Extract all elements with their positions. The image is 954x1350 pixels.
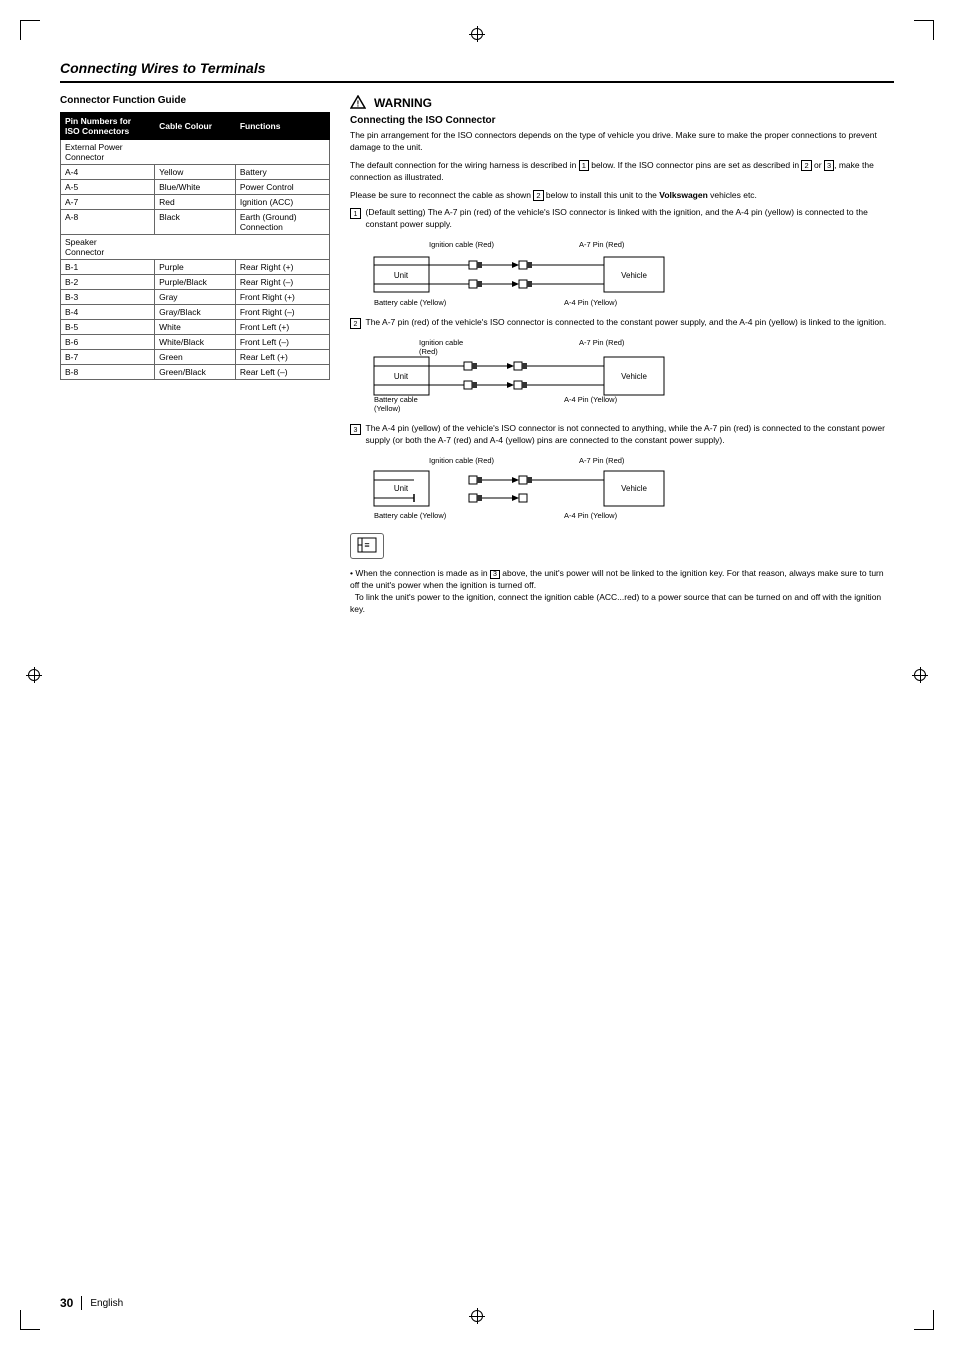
crosshair-left bbox=[26, 667, 42, 683]
svg-text:Unit: Unit bbox=[394, 484, 409, 493]
page-title: Connecting Wires to Terminals bbox=[60, 60, 894, 83]
corner-mark-tl bbox=[20, 20, 40, 40]
diagram-2: Ignition cable (Red) A-7 Pin (Red) Unit … bbox=[350, 335, 894, 415]
corner-mark-tr bbox=[914, 20, 934, 40]
svg-text:Battery cable (Yellow): Battery cable (Yellow) bbox=[374, 511, 447, 520]
page-number-area: 30 English bbox=[60, 1296, 123, 1310]
table-row: B-2Purple/BlackRear Right (–) bbox=[61, 275, 330, 290]
svg-text:A-7 Pin (Red): A-7 Pin (Red) bbox=[579, 456, 625, 465]
crosshair-top bbox=[469, 26, 485, 42]
svg-text:Battery cable: Battery cable bbox=[374, 395, 418, 404]
para-1: The pin arrangement for the ISO connecto… bbox=[350, 130, 894, 154]
corner-mark-br bbox=[914, 1310, 934, 1330]
table-row: B-7GreenRear Left (+) bbox=[61, 350, 330, 365]
connector-guide-title: Connector Function Guide bbox=[60, 95, 330, 106]
svg-text:Ignition cable: Ignition cable bbox=[419, 338, 463, 347]
svg-text:Unit: Unit bbox=[394, 372, 409, 381]
left-column: Connector Function Guide Pin Numbers for… bbox=[60, 95, 330, 616]
table-row: A-7RedIgnition (ACC) bbox=[61, 195, 330, 210]
svg-text:Vehicle: Vehicle bbox=[621, 484, 647, 493]
page: Connecting Wires to Terminals Connector … bbox=[0, 0, 954, 1350]
item-text-1: (Default setting) The A-7 pin (red) of t… bbox=[366, 207, 894, 231]
table-row: B-5WhiteFront Left (+) bbox=[61, 320, 330, 335]
svg-text:Vehicle: Vehicle bbox=[621, 372, 647, 381]
svg-text:Unit: Unit bbox=[394, 271, 409, 280]
content-area: Connector Function Guide Pin Numbers for… bbox=[60, 95, 894, 616]
svg-text:A-4 Pin (Yellow): A-4 Pin (Yellow) bbox=[564, 511, 618, 520]
svg-text:A-7 Pin (Red): A-7 Pin (Red) bbox=[579, 240, 625, 249]
svg-text:Battery cable (Yellow): Battery cable (Yellow) bbox=[374, 298, 447, 307]
crosshair-bottom bbox=[469, 1308, 485, 1324]
warning-header: ! WARNING bbox=[350, 95, 894, 111]
col-header-function: Functions bbox=[235, 113, 329, 140]
table-row: B-3GrayFront Right (+) bbox=[61, 290, 330, 305]
table-row: A-8BlackEarth (Ground)Connection bbox=[61, 210, 330, 235]
para-2: The default connection for the wiring ha… bbox=[350, 160, 894, 184]
diagram-svg-2: Ignition cable (Red) A-7 Pin (Red) Unit … bbox=[364, 335, 674, 413]
table-row: SpeakerConnector bbox=[61, 235, 330, 260]
col-header-color: Cable Colour bbox=[155, 113, 236, 140]
svg-text:Ignition cable (Red): Ignition cable (Red) bbox=[429, 456, 495, 465]
table-row: B-4Gray/BlackFront Right (–) bbox=[61, 305, 330, 320]
table-row: B-8Green/BlackRear Left (–) bbox=[61, 365, 330, 380]
note-bullet-1: • When the connection is made as in 3 ab… bbox=[350, 568, 894, 616]
diagram-svg-3: Ignition cable (Red) A-7 Pin (Red) Unit … bbox=[364, 453, 674, 523]
connector-table: Pin Numbers forISO Connectors Cable Colo… bbox=[60, 112, 330, 380]
item-num-3: 3 bbox=[350, 424, 361, 435]
page-number: 30 bbox=[60, 1296, 73, 1310]
item-num-2: 2 bbox=[350, 318, 361, 329]
page-language: English bbox=[90, 1298, 123, 1309]
diagram-svg-1: Ignition cable (Red) A-7 Pin (Red) Unit … bbox=[364, 237, 674, 307]
col-header-pin: Pin Numbers forISO Connectors bbox=[61, 113, 155, 140]
svg-text:!: ! bbox=[357, 100, 360, 109]
svg-text:A-4 Pin (Yellow): A-4 Pin (Yellow) bbox=[564, 395, 618, 404]
item-text-2: The A-7 pin (red) of the vehicle's ISO c… bbox=[366, 317, 894, 329]
svg-text:A-4 Pin (Yellow): A-4 Pin (Yellow) bbox=[564, 298, 618, 307]
svg-text:Ignition cable (Red): Ignition cable (Red) bbox=[429, 240, 495, 249]
diagram-3: Ignition cable (Red) A-7 Pin (Red) Unit … bbox=[350, 453, 894, 525]
svg-text:A-7 Pin (Red): A-7 Pin (Red) bbox=[579, 338, 625, 347]
iso-connector-title: Connecting the ISO Connector bbox=[350, 115, 894, 126]
para-3: Please be sure to reconnect the cable as… bbox=[350, 190, 894, 202]
svg-text:(Yellow): (Yellow) bbox=[374, 404, 401, 413]
item-num-1: 1 bbox=[350, 208, 361, 219]
corner-mark-bl bbox=[20, 1310, 40, 1330]
diagram-1: Ignition cable (Red) A-7 Pin (Red) Unit … bbox=[350, 237, 894, 309]
table-row: B-6White/BlackFront Left (–) bbox=[61, 335, 330, 350]
note-icon-box: ≡ bbox=[350, 533, 384, 559]
svg-text:(Red): (Red) bbox=[419, 347, 438, 356]
table-row: A-5Blue/WhitePower Control bbox=[61, 180, 330, 195]
numbered-item-1: 1 (Default setting) The A-7 pin (red) of… bbox=[350, 207, 894, 309]
item-text-3: The A-4 pin (yellow) of the vehicle's IS… bbox=[366, 423, 894, 447]
svg-text:≡: ≡ bbox=[364, 540, 369, 550]
table-row: A-4YellowBattery bbox=[61, 165, 330, 180]
warning-title: WARNING bbox=[374, 96, 432, 110]
crosshair-right bbox=[912, 667, 928, 683]
warning-icon: ! bbox=[350, 95, 366, 111]
right-column: ! WARNING Connecting the ISO Connector T… bbox=[350, 95, 894, 616]
numbered-item-2: 2 The A-7 pin (red) of the vehicle's ISO… bbox=[350, 317, 894, 415]
table-row: B-1PurpleRear Right (+) bbox=[61, 260, 330, 275]
page-separator bbox=[81, 1296, 82, 1310]
svg-text:Vehicle: Vehicle bbox=[621, 271, 647, 280]
note-section: ≡ • When the connection is made as in 3 … bbox=[350, 533, 894, 616]
table-row: External PowerConnector bbox=[61, 140, 330, 165]
numbered-item-3: 3 The A-4 pin (yellow) of the vehicle's … bbox=[350, 423, 894, 525]
